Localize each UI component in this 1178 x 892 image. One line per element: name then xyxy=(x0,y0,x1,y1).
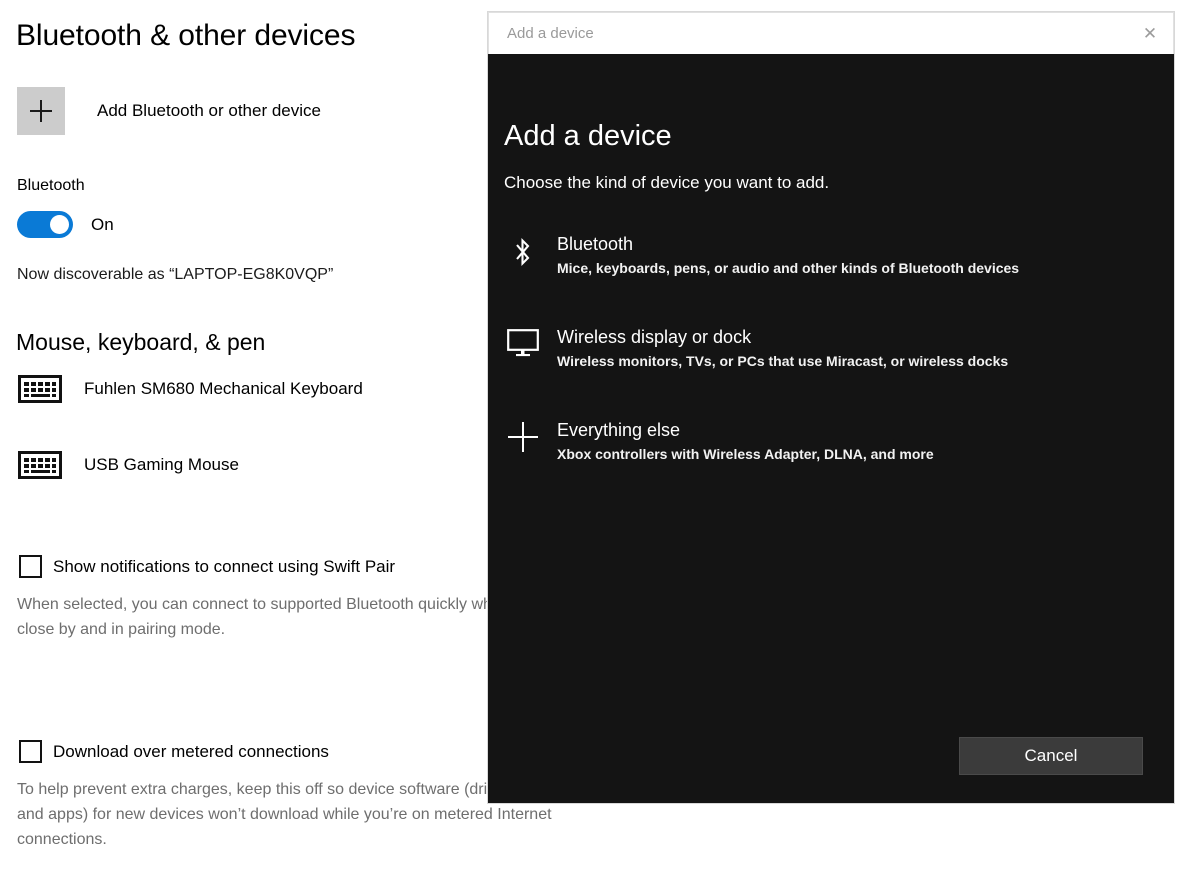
add-device-tile[interactable] xyxy=(17,87,65,135)
option-text: Wireless display or dock Wireless monito… xyxy=(557,325,1008,372)
monitor-icon xyxy=(502,325,544,357)
discoverable-status: Now discoverable as “LAPTOP-EG8K0VQP” xyxy=(17,266,334,283)
metered-connections-checkbox-row[interactable]: Download over metered connections xyxy=(19,740,329,763)
bluetooth-icon xyxy=(502,232,544,268)
monitor-glyph xyxy=(507,329,539,357)
device-type-option-everything-else[interactable]: Everything else Xbox controllers with Wi… xyxy=(488,418,1174,511)
bluetooth-toggle[interactable] xyxy=(17,211,73,238)
cancel-button[interactable]: Cancel xyxy=(959,737,1143,775)
metered-connections-checkbox[interactable] xyxy=(19,740,42,763)
device-name: USB Gaming Mouse xyxy=(84,455,239,474)
bluetooth-toggle-state: On xyxy=(91,214,114,234)
dialog-titlebar: Add a device ✕ xyxy=(488,12,1174,54)
swift-pair-checkbox[interactable] xyxy=(19,555,42,578)
list-item[interactable]: Fuhlen SM680 Mechanical Keyboard xyxy=(18,373,363,405)
add-device-label: Add Bluetooth or other device xyxy=(97,101,321,120)
dialog-heading: Add a device xyxy=(504,120,672,152)
option-text: Everything else Xbox controllers with Wi… xyxy=(557,418,934,465)
bluetooth-glyph xyxy=(516,237,530,267)
toggle-knob xyxy=(50,215,69,234)
option-title: Wireless display or dock xyxy=(557,327,752,347)
add-a-device-dialog: Add a device ✕ Add a device Choose the k… xyxy=(488,12,1174,803)
mouse-keyboard-pen-heading: Mouse, keyboard, & pen xyxy=(16,329,266,355)
plus-icon xyxy=(30,100,52,122)
dialog-body: Add a device Choose the kind of device y… xyxy=(488,54,1174,803)
page-title: Bluetooth & other devices xyxy=(16,19,356,52)
device-type-options: Bluetooth Mice, keyboards, pens, or audi… xyxy=(488,232,1174,511)
swift-pair-checkbox-row[interactable]: Show notifications to connect using Swif… xyxy=(19,555,395,578)
keyboard-icon xyxy=(18,451,62,479)
bluetooth-section-label: Bluetooth xyxy=(17,177,85,194)
keyboard-icon xyxy=(18,375,62,403)
plus-glyph xyxy=(508,422,538,452)
add-bluetooth-or-other-device-button[interactable]: Add Bluetooth or other device xyxy=(17,87,321,135)
metered-connections-label: Download over metered connections xyxy=(53,741,329,761)
list-item[interactable]: USB Gaming Mouse xyxy=(18,449,239,481)
option-text: Bluetooth Mice, keyboards, pens, or audi… xyxy=(557,232,1019,279)
option-title: Everything else xyxy=(557,420,681,440)
close-icon[interactable]: ✕ xyxy=(1127,13,1173,54)
dialog-titlebar-text: Add a device xyxy=(507,25,594,42)
device-name: Fuhlen SM680 Mechanical Keyboard xyxy=(84,379,363,398)
swift-pair-label: Show notifications to connect using Swif… xyxy=(53,556,396,576)
dialog-subheading: Choose the kind of device you want to ad… xyxy=(504,173,830,192)
option-description: Xbox controllers with Wireless Adapter, … xyxy=(557,446,934,462)
device-type-option-bluetooth[interactable]: Bluetooth Mice, keyboards, pens, or audi… xyxy=(488,232,1174,325)
device-type-option-wireless-display[interactable]: Wireless display or dock Wireless monito… xyxy=(488,325,1174,418)
bluetooth-toggle-row[interactable]: On xyxy=(17,211,114,238)
option-description: Mice, keyboards, pens, or audio and othe… xyxy=(557,260,1020,276)
option-description: Wireless monitors, TVs, or PCs that use … xyxy=(557,353,1009,369)
plus-icon xyxy=(502,418,544,452)
option-title: Bluetooth xyxy=(557,234,634,254)
